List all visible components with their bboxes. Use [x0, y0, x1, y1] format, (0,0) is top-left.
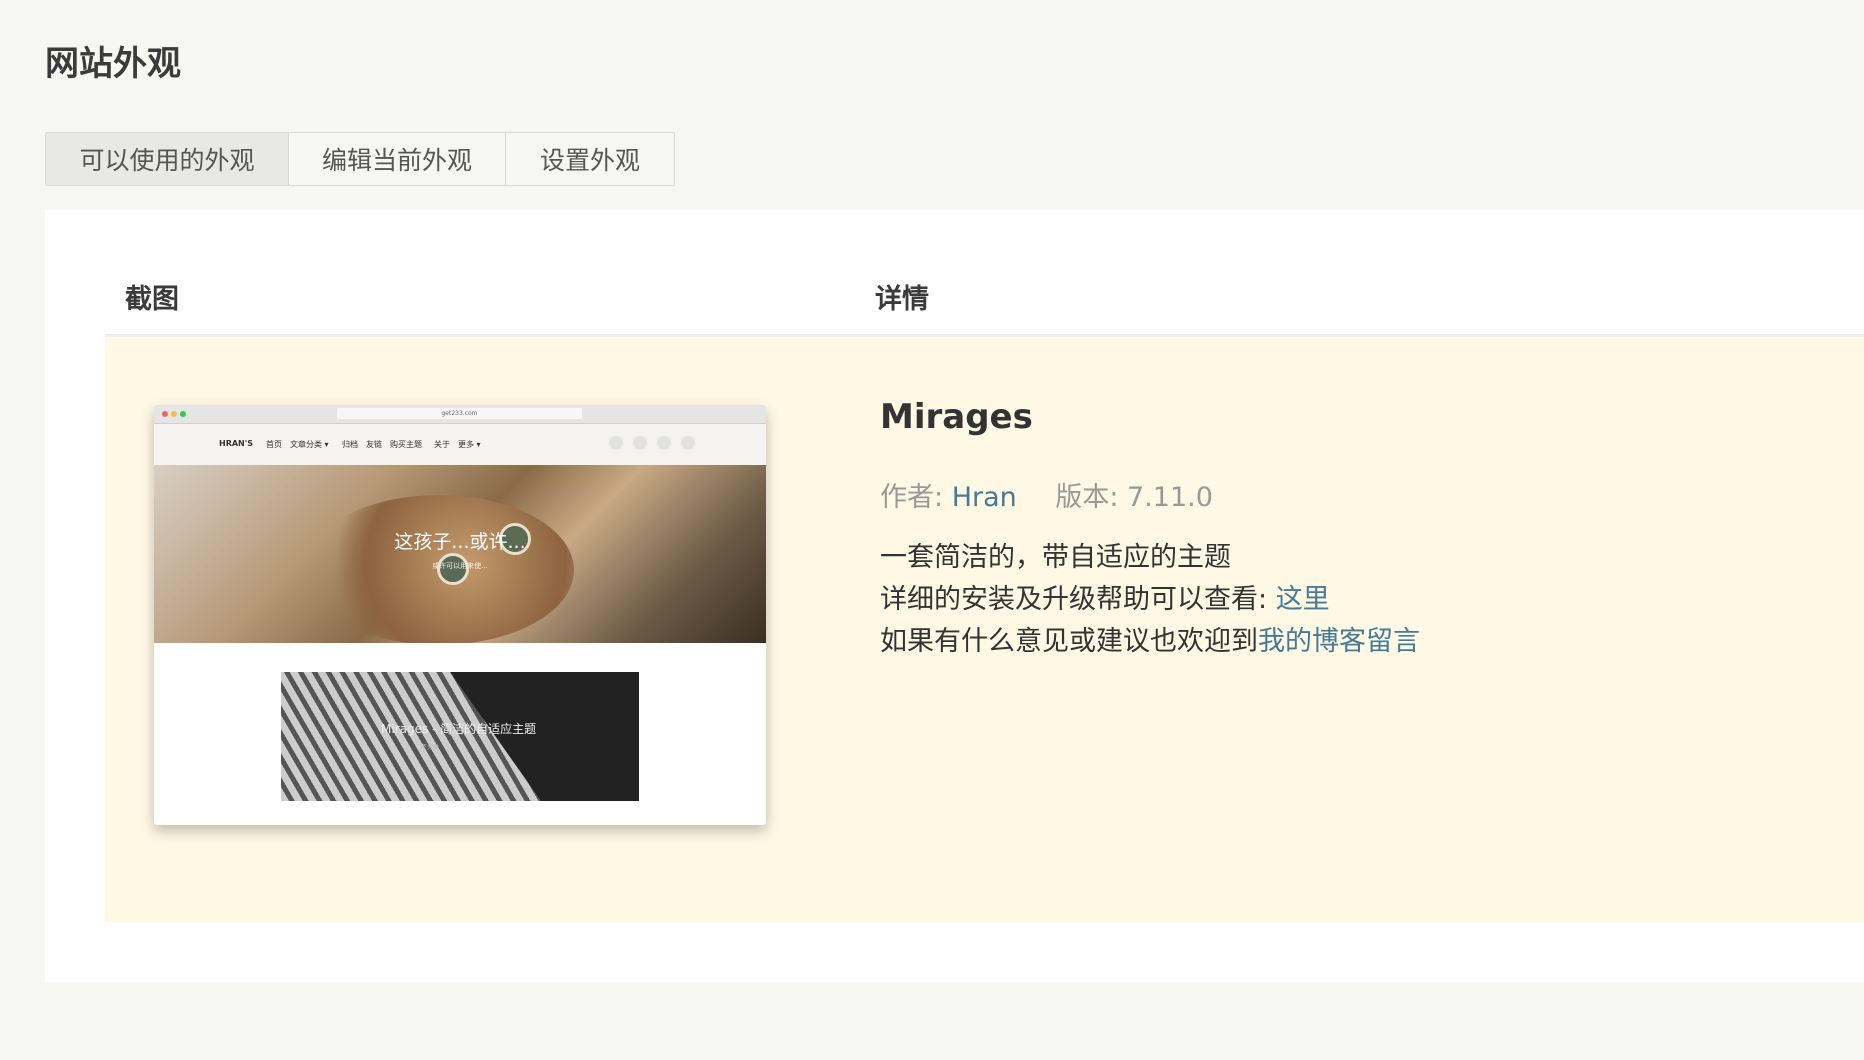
theme-meta: 作者: Hran 版本: 7.11.0 — [880, 475, 1213, 514]
theme-screenshot: get233.com HRAN'S 首页 文章分类 ▾ 归档 友链 购买主题 关… — [154, 405, 766, 825]
themes-panel: 截图 详情 get233.com HRAN'S 首页 文章分类 ▾ 归档 友链 … — [45, 210, 1864, 982]
nav-item: 归档 — [342, 440, 358, 449]
theme-name: Mirages — [880, 397, 1033, 437]
github-icon — [633, 436, 647, 450]
description-text: 详细的安装及升级帮助可以查看: — [880, 584, 1276, 615]
card-meta: 不分类 — [421, 744, 440, 751]
tab-edit-current-theme[interactable]: 编辑当前外观 — [289, 133, 506, 185]
theme-description: 一套简洁的，带自适应的主题 详细的安装及升级帮助可以查看: 这里 如果有什么意见… — [880, 537, 1420, 663]
post-card-preview: Mirages - 简洁的自适应主题 不分类 — [281, 672, 639, 801]
browser-url: get233.com — [337, 408, 582, 419]
description-text: 如果有什么意见或建议也欢迎到 — [880, 626, 1258, 657]
card-title: Mirages - 简洁的自适应主题 — [381, 722, 537, 736]
site-name: HRAN'S — [219, 439, 253, 448]
version-value: 7.11.0 — [1127, 482, 1213, 513]
blog-comment-link[interactable]: 我的博客留言 — [1258, 626, 1420, 657]
column-header-details: 详情 — [875, 284, 929, 315]
page-title: 网站外观 — [45, 44, 181, 84]
browser-chrome: get233.com — [154, 405, 766, 424]
tab-available-themes[interactable]: 可以使用的外观 — [46, 133, 289, 185]
theme-tabs: 可以使用的外观 编辑当前外观 设置外观 — [45, 132, 675, 186]
column-header-screenshot: 截图 — [125, 284, 179, 315]
hero-image: 这孩子...或许... 或许可以用来使... — [154, 465, 766, 643]
site-nav-preview: HRAN'S 首页 文章分类 ▾ 归档 友链 购买主题 关于 更多 ▾ — [154, 424, 766, 465]
table-header: 截图 详情 — [105, 210, 1864, 337]
theme-row[interactable]: get233.com HRAN'S 首页 文章分类 ▾ 归档 友链 购买主题 关… — [105, 337, 1864, 922]
hero-subtitle: 或许可以用来使... — [432, 562, 488, 570]
version-label: 版本: — [1055, 482, 1128, 513]
description-line: 详细的安装及升级帮助可以查看: 这里 — [880, 579, 1420, 621]
author-link[interactable]: Hran — [952, 482, 1017, 513]
nav-item: 更多 ▾ — [458, 440, 481, 449]
help-link[interactable]: 这里 — [1276, 584, 1330, 615]
nav-item: 购买主题 — [390, 440, 422, 449]
nav-item: 首页 — [266, 440, 282, 449]
description-line: 一套简洁的，带自适应的主题 — [880, 542, 1231, 573]
search-icon — [609, 436, 623, 450]
nav-item: 友链 — [366, 440, 382, 449]
nav-item: 文章分类 ▾ — [290, 440, 329, 449]
hero-title: 这孩子...或许... — [394, 531, 526, 553]
description-line: 如果有什么意见或建议也欢迎到我的博客留言 — [880, 621, 1420, 663]
font-icon — [681, 436, 695, 450]
author-label: 作者: — [880, 482, 952, 513]
nav-item: 关于 — [434, 440, 450, 449]
tab-theme-settings[interactable]: 设置外观 — [506, 133, 674, 185]
music-icon — [657, 436, 671, 450]
